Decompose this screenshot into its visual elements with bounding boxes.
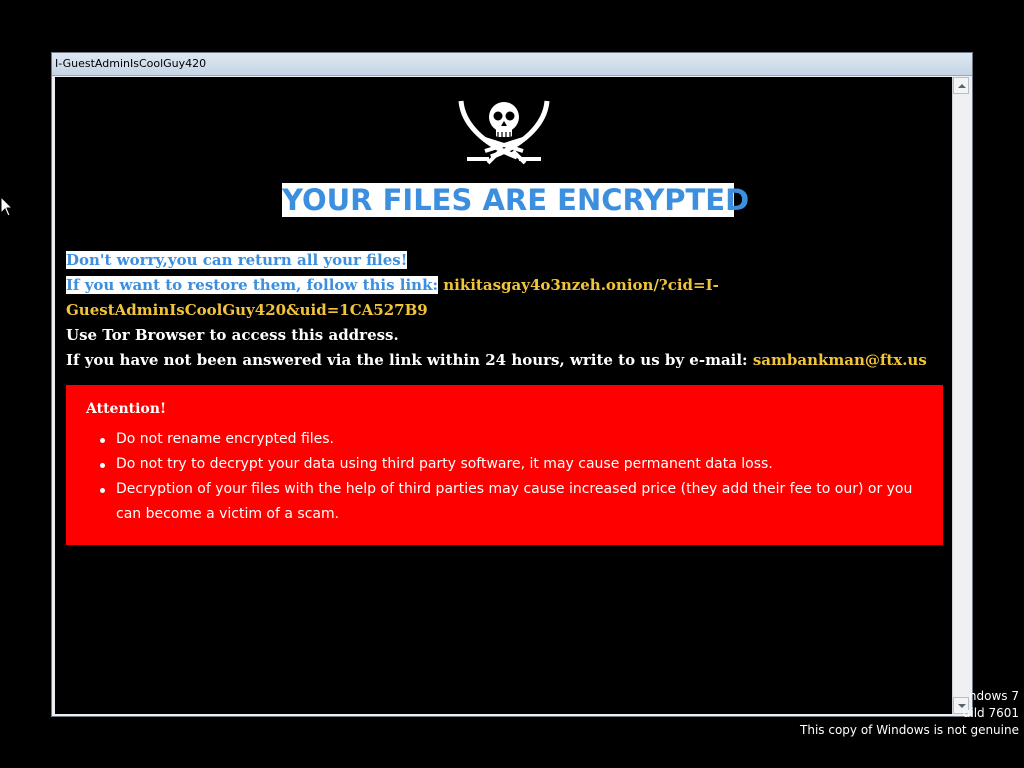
windows-watermark-line2: uild 7601 <box>962 706 1019 720</box>
bullet-icon <box>100 488 105 493</box>
windows-watermark-line1: ndows 7 <box>968 689 1019 703</box>
attention-item: Do not rename encrypted files. <box>66 427 943 452</box>
restore-link-line: If you want to restore them, follow this… <box>66 273 946 298</box>
reassurance-text: Don't worry,you can return all your file… <box>66 251 408 269</box>
encrypted-headline: YOUR FILES ARE ENCRYPTED <box>282 183 750 217</box>
bullet-icon <box>100 463 105 468</box>
attention-title: Attention! <box>86 401 167 417</box>
skull-crossed-swords-icon <box>458 100 550 165</box>
scroll-up-arrow-icon <box>958 84 966 88</box>
scroll-up-button[interactable] <box>953 77 969 94</box>
attention-box: Attention! Do not rename encrypted files… <box>66 385 943 545</box>
mouse-cursor-icon <box>0 196 14 217</box>
ransom-note-content: YOUR FILES ARE ENCRYPTED Don't worry,you… <box>55 77 952 714</box>
attention-item: Decryption of your files with the help o… <box>66 477 943 527</box>
email-prefix: If you have not been answered via the li… <box>66 351 748 369</box>
bullet-icon <box>100 438 105 443</box>
tor-browser-line: Use Tor Browser to access this address. <box>66 326 399 344</box>
windows-not-genuine-notice: This copy of Windows is not genuine <box>800 723 1019 737</box>
desktop: I-GuestAdminIsCoolGuy420 YOUR FILES ARE … <box>0 0 1024 768</box>
window-titlebar[interactable]: I-GuestAdminIsCoolGuy420 <box>52 53 972 76</box>
attention-item-text: Decryption of your files with the help o… <box>116 481 913 522</box>
ransom-text-block: Don't worry,you can return all your file… <box>66 248 946 373</box>
onion-link-part2[interactable]: GuestAdminIsCoolGuy420&uid=1CA527B9 <box>66 301 428 319</box>
attention-item: Do not try to decrypt your data using th… <box>66 452 943 477</box>
email-line: If you have not been answered via the li… <box>66 348 946 373</box>
reassurance-line: Don't worry,you can return all your file… <box>66 248 946 273</box>
window-title: I-GuestAdminIsCoolGuy420 <box>55 57 207 70</box>
contact-email[interactable]: sambankman@ftx.us <box>753 351 927 369</box>
attention-item-text: Do not try to decrypt your data using th… <box>116 456 773 472</box>
attention-list: Do not rename encrypted files. Do not tr… <box>66 427 943 527</box>
onion-link-part1[interactable]: nikitasgay4o3nzeh.onion/?cid=I- <box>443 276 719 294</box>
ransom-note-window: I-GuestAdminIsCoolGuy420 YOUR FILES ARE … <box>51 52 973 717</box>
vertical-scrollbar[interactable] <box>952 77 969 714</box>
restore-link-line-2: GuestAdminIsCoolGuy420&uid=1CA527B9 <box>66 298 946 323</box>
attention-item-text: Do not rename encrypted files. <box>116 431 335 447</box>
restore-link-prefix: If you want to restore them, follow this… <box>66 276 438 294</box>
